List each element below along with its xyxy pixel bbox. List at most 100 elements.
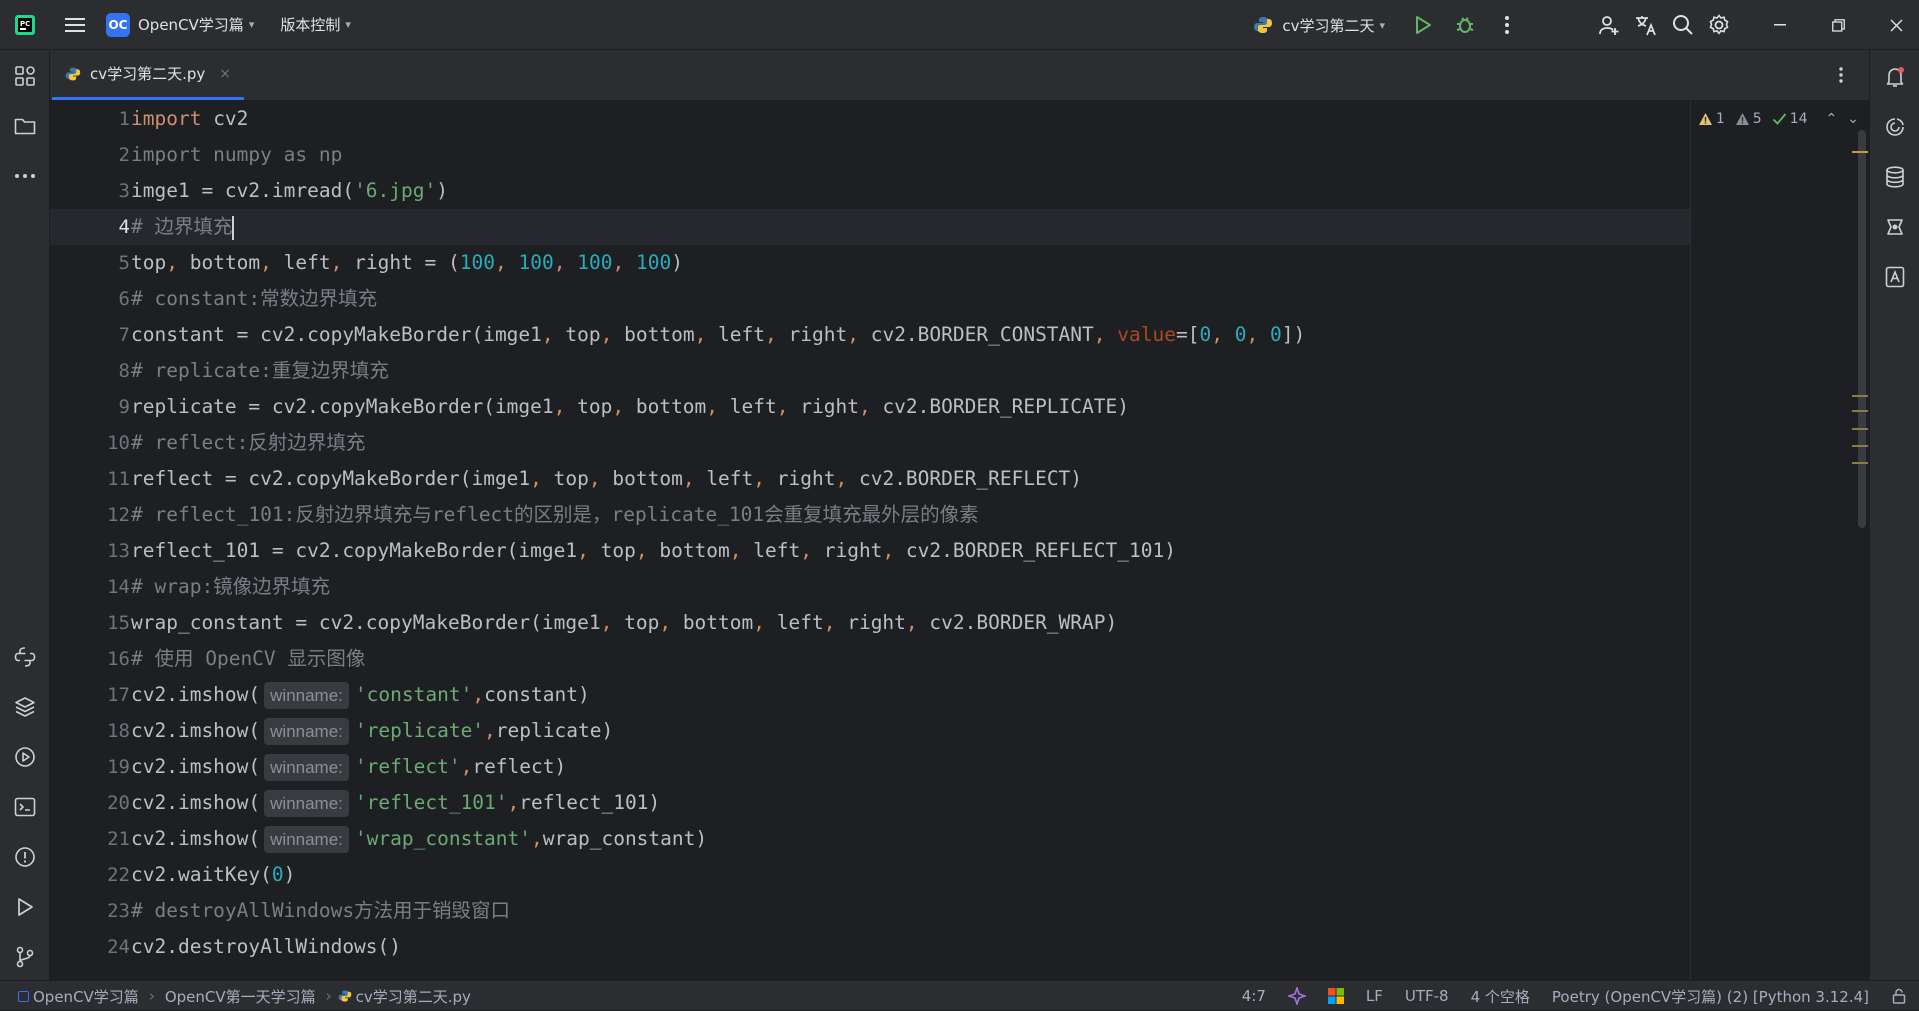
error-stripe-mark[interactable] — [1852, 151, 1868, 153]
ai-text-icon[interactable] — [1882, 264, 1908, 290]
more-actions-icon[interactable] — [1497, 13, 1517, 37]
svg-text:PC: PC — [20, 20, 30, 28]
python-console-icon[interactable] — [12, 644, 38, 670]
line-number[interactable]: 4 — [82, 209, 130, 245]
terminal-icon[interactable] — [12, 794, 38, 820]
structure-icon[interactable] — [12, 63, 38, 89]
right-margin-guide — [1690, 101, 1691, 980]
line-number[interactable]: 6 — [82, 281, 130, 317]
line-number[interactable]: 10 — [82, 425, 130, 461]
code-line-1: import cv2 — [131, 107, 249, 130]
file-encoding[interactable]: UTF-8 — [1405, 987, 1449, 1005]
tab-options-icon[interactable] — [1833, 64, 1849, 86]
editor-scrollbar[interactable] — [1858, 130, 1866, 528]
restore-window-icon[interactable] — [1815, 0, 1861, 50]
line-number[interactable]: 2 — [82, 137, 130, 173]
warning-stripe-mark[interactable] — [1852, 410, 1868, 412]
line-number[interactable]: 5 — [82, 245, 130, 281]
run-icon[interactable] — [1411, 13, 1435, 37]
settings-gear-icon[interactable] — [1707, 13, 1731, 37]
line-separator[interactable]: LF — [1366, 987, 1383, 1005]
error-count[interactable]: 1 — [1698, 111, 1725, 127]
minimize-window-icon[interactable] — [1757, 0, 1803, 50]
project-folder-icon[interactable] — [12, 113, 38, 139]
chevron-down-icon[interactable]: ⌄ — [1847, 111, 1859, 127]
run-config-selector[interactable]: cv学习第二天 ▾ — [1252, 14, 1385, 36]
python-file-icon — [64, 65, 82, 83]
code-line-11: reflect = cv2.copyMakeBorder(imge1, top,… — [131, 467, 1083, 490]
warning-stripe-mark[interactable] — [1852, 462, 1868, 464]
weak-warning-icon — [1735, 113, 1749, 125]
editor-tab-active[interactable]: cv学习第二天.py × — [52, 50, 244, 100]
warning-stripe-mark[interactable] — [1852, 445, 1868, 447]
line-number[interactable]: 8 — [82, 353, 130, 389]
ok-count[interactable]: 14 — [1772, 111, 1808, 127]
warning-stripe-mark[interactable] — [1852, 395, 1868, 397]
chevron-up-icon[interactable]: ⌃ — [1826, 111, 1838, 127]
ai-star-icon[interactable] — [1287, 987, 1306, 1005]
parameter-hint: winname: — [264, 826, 349, 853]
code-editor[interactable]: 1 2 3 4 5 6 7 8 9 10 11 12 13 14 15 16 17 18 19 20 21 22 23 24 … — [50, 101, 1869, 980]
code-line-6: # constant:常数边界填充 — [131, 287, 378, 310]
debug-icon[interactable] — [1453, 13, 1477, 37]
project-selector[interactable]: OC OpenCV学习篇 ▾ — [106, 12, 254, 37]
line-number[interactable]: 7 — [82, 317, 130, 353]
code-line-2: import numpy as np — [131, 143, 343, 166]
code-line-8: # replicate:重复边界填充 — [131, 359, 389, 382]
close-window-icon[interactable] — [1873, 0, 1919, 50]
line-number[interactable]: 1 — [82, 101, 130, 137]
line-number[interactable]: 23 — [82, 893, 130, 929]
notifications-bell-icon[interactable] — [1882, 64, 1908, 90]
sciview-icon[interactable] — [1882, 214, 1908, 240]
line-number[interactable]: 3 — [82, 173, 130, 209]
vcs-menu[interactable]: 版本控制 ▾ — [280, 14, 351, 35]
line-number[interactable]: 19 — [82, 749, 130, 785]
python-file-icon — [338, 989, 352, 1003]
line-number[interactable]: 20 — [82, 785, 130, 821]
more-tool-windows-icon[interactable] — [12, 163, 38, 189]
run-tool-icon[interactable] — [12, 894, 38, 920]
code-line-24: cv2.destroyAllWindows() — [131, 935, 402, 958]
breadcrumb-item[interactable]: OpenCV第一天学习篇 — [165, 986, 316, 1007]
database-icon[interactable] — [1882, 164, 1908, 190]
tab-close-icon[interactable]: × — [219, 66, 231, 82]
line-number[interactable]: 15 — [82, 605, 130, 641]
breadcrumb-item[interactable]: OpenCV学习篇 — [33, 986, 139, 1007]
line-number[interactable]: 17 — [82, 677, 130, 713]
lock-icon[interactable] — [1891, 988, 1907, 1004]
warning-count[interactable]: 5 — [1735, 111, 1762, 127]
code-line-20: cv2.imshow(winname:'reflect_101',reflect… — [131, 785, 660, 821]
main-menu-icon[interactable] — [64, 14, 86, 36]
line-number[interactable]: 11 — [82, 461, 130, 497]
code-line-7: constant = cv2.copyMakeBorder(imge1, top… — [131, 323, 1306, 346]
editor-tab-bar: cv学习第二天.py × — [50, 50, 1869, 101]
line-number[interactable]: 12 — [82, 497, 130, 533]
pycharm-logo-icon[interactable]: PC — [12, 12, 38, 38]
indent-setting[interactable]: 4 个空格 — [1471, 986, 1530, 1007]
line-number[interactable]: 24 — [82, 929, 130, 965]
add-user-icon[interactable] — [1597, 13, 1621, 37]
line-number[interactable]: 14 — [82, 569, 130, 605]
line-number[interactable]: 21 — [82, 821, 130, 857]
line-number[interactable]: 22 — [82, 857, 130, 893]
python-packages-icon[interactable] — [12, 694, 38, 720]
warning-stripe-mark[interactable] — [1852, 428, 1868, 430]
line-number[interactable]: 13 — [82, 533, 130, 569]
parameter-hint: winname: — [264, 718, 349, 745]
check-icon — [1772, 113, 1786, 125]
windows-logo-icon[interactable] — [1327, 988, 1344, 1004]
line-number[interactable]: 9 — [82, 389, 130, 425]
caret-position[interactable]: 4:7 — [1242, 987, 1266, 1005]
inspection-widget[interactable]: 1 5 14 ⌃ ⌄ — [1698, 104, 1859, 134]
problems-icon[interactable] — [12, 844, 38, 870]
line-number[interactable]: 16 — [82, 641, 130, 677]
text-caret — [232, 215, 235, 240]
ai-assistant-icon[interactable] — [1882, 114, 1908, 140]
services-icon[interactable] — [12, 744, 38, 770]
line-number[interactable]: 18 — [82, 713, 130, 749]
breadcrumb-item[interactable]: cv学习第二天.py — [356, 986, 471, 1007]
python-interpreter[interactable]: Poetry (OpenCV学习篇) (2) [Python 3.12.4] — [1552, 986, 1869, 1007]
search-icon[interactable] — [1671, 13, 1695, 37]
git-branch-icon[interactable] — [12, 944, 38, 970]
translate-icon[interactable] — [1633, 13, 1659, 37]
